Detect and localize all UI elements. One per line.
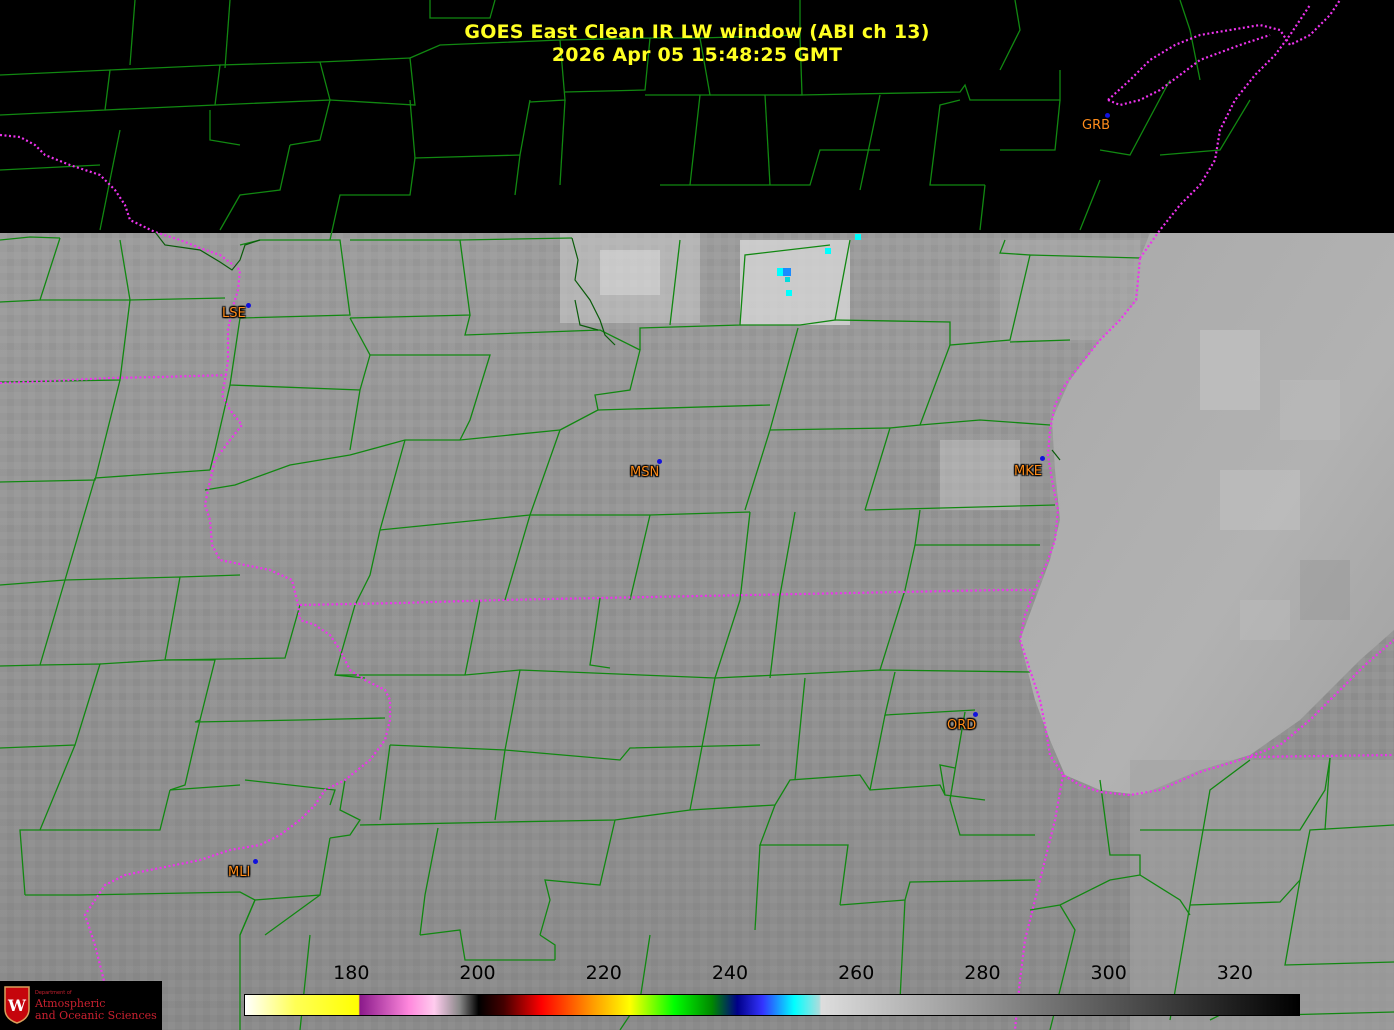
city-marker-lse: [246, 303, 251, 308]
svg-text:W: W: [7, 996, 27, 1015]
uw-crest-icon: W: [4, 986, 30, 1024]
colorbar-tick-label: 200: [459, 962, 496, 984]
city-label-grb: GRB: [1082, 118, 1111, 133]
city-marker-mli: [253, 859, 258, 864]
colorbar-tick-label: 300: [1090, 962, 1127, 984]
city-marker-ord: [973, 712, 978, 717]
city-label-lse: LSE: [222, 306, 246, 321]
city-label-mli: MLI: [228, 865, 251, 880]
temperature-colorbar: [244, 994, 1300, 1016]
satellite-map: [0, 0, 1394, 1030]
city-label-mke: MKE: [1014, 464, 1042, 479]
colorbar-tick-label: 240: [711, 962, 749, 984]
city-label-ord: ORD: [947, 718, 977, 733]
land-southeast: [1130, 760, 1394, 1030]
satellite-viewer: GOES East Clean IR LW window (ABI ch 13)…: [0, 0, 1394, 1030]
colorbar-tick-label: 280: [964, 962, 1001, 984]
logo-dept: Department of: [35, 990, 72, 996]
logo-line2: and Oceanic Sciences: [35, 1009, 157, 1022]
colorbar-tick-label: 180: [333, 962, 370, 984]
uw-aos-logo: W Department of Atmospheric and Oceanic …: [0, 981, 162, 1030]
image-timestamp: 2026 Apr 05 15:48:25 GMT: [551, 44, 843, 66]
image-title: GOES East Clean IR LW window (ABI ch 13): [464, 21, 930, 43]
colorbar-tick-label: 260: [838, 962, 875, 984]
city-marker-mke: [1040, 456, 1045, 461]
colorbar-tick-label: 220: [585, 962, 622, 984]
colorbar-tick-label: 320: [1216, 962, 1254, 984]
city-label-msn: MSN: [630, 465, 660, 480]
city-marker-msn: [657, 459, 662, 464]
